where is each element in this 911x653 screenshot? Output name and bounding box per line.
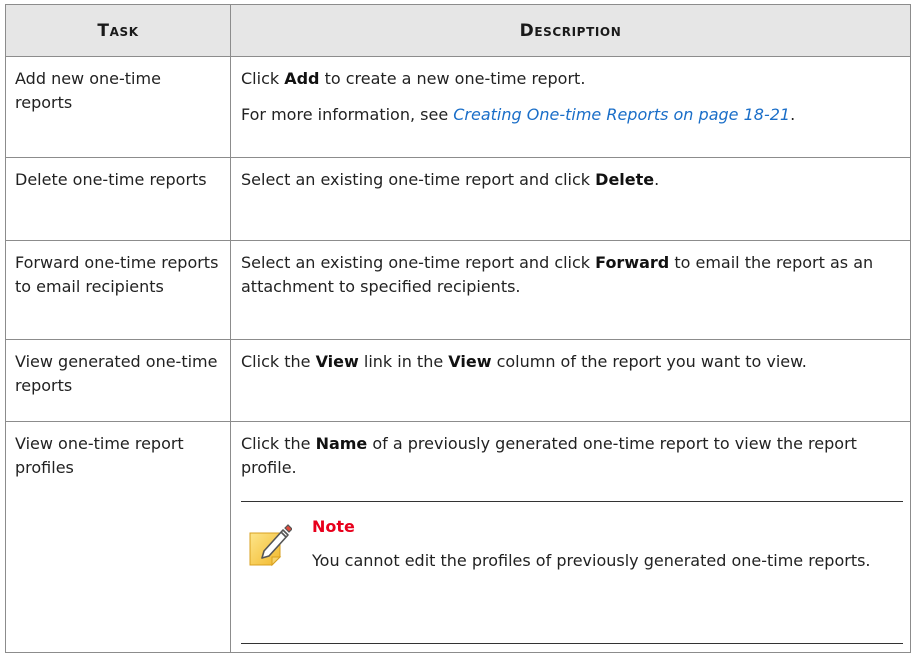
- desc-bold-term: View: [448, 352, 492, 371]
- desc-bold-term: Delete: [595, 170, 655, 189]
- task-text: View one-time report profiles: [15, 434, 184, 477]
- note-text: You cannot edit the profiles of previous…: [312, 551, 871, 570]
- desc-bold-term: Forward: [595, 253, 670, 272]
- desc-text: .: [790, 105, 796, 124]
- table-row: View generated one-time reports Click th…: [5, 339, 911, 422]
- task-cell: Add new one-time reports: [5, 56, 231, 158]
- task-description-table: Task Description Add new one-time report…: [5, 4, 911, 653]
- description-paragraph: For more information, see Creating One-t…: [241, 103, 902, 127]
- desc-text: Click the: [241, 352, 316, 371]
- task-cell: Delete one-time reports: [5, 157, 231, 241]
- desc-bold-term: Name: [315, 434, 368, 453]
- desc-text: Click: [241, 69, 285, 88]
- table-row: Add new one-time reports Click Add to cr…: [5, 56, 911, 158]
- task-text: Add new one-time reports: [15, 69, 161, 112]
- desc-text: Select an existing one-time report and c…: [241, 253, 596, 272]
- description-cell: Click Add to create a new one-time repor…: [230, 56, 911, 158]
- desc-text: Click the: [241, 434, 316, 453]
- description-paragraph: Click Add to create a new one-time repor…: [241, 67, 902, 91]
- desc-bold-term: Add: [284, 69, 320, 88]
- description-cell: Select an existing one-time report and c…: [230, 240, 911, 340]
- note-box: Note You cannot edit the profiles of pre…: [241, 501, 903, 644]
- description-cell: Click the Name of a previously generated…: [230, 421, 911, 653]
- task-cell: View one-time report profiles: [5, 421, 231, 653]
- description-cell: Select an existing one-time report and c…: [230, 157, 911, 241]
- task-text: Delete one-time reports: [15, 170, 207, 189]
- desc-bold-term: View: [315, 352, 359, 371]
- table-row: Delete one-time reports Select an existi…: [5, 157, 911, 241]
- cross-reference-link[interactable]: Creating One-time Reports on page 18-21: [453, 105, 790, 124]
- desc-text: .: [654, 170, 660, 189]
- header-description: Description: [230, 4, 911, 57]
- description-cell: Click the View link in the View column o…: [230, 339, 911, 422]
- desc-text: link in the: [358, 352, 449, 371]
- task-text: Forward one-time reports to email recipi…: [15, 253, 219, 296]
- task-cell: Forward one-time reports to email recipi…: [5, 240, 231, 340]
- desc-text: column of the report you want to view.: [491, 352, 807, 371]
- table-header-row: Task Description: [5, 4, 911, 57]
- desc-text: For more information, see: [241, 105, 454, 124]
- table-row: View one-time report profiles Click the …: [5, 421, 911, 653]
- note-pencil-icon: [249, 524, 292, 567]
- header-task: Task: [5, 4, 231, 57]
- desc-text: Select an existing one-time report and c…: [241, 170, 596, 189]
- task-cell: View generated one-time reports: [5, 339, 231, 422]
- desc-text: to create a new one-time report.: [319, 69, 586, 88]
- note-title: Note: [312, 517, 355, 536]
- table-row: Forward one-time reports to email recipi…: [5, 240, 911, 340]
- task-text: View generated one-time reports: [15, 352, 218, 395]
